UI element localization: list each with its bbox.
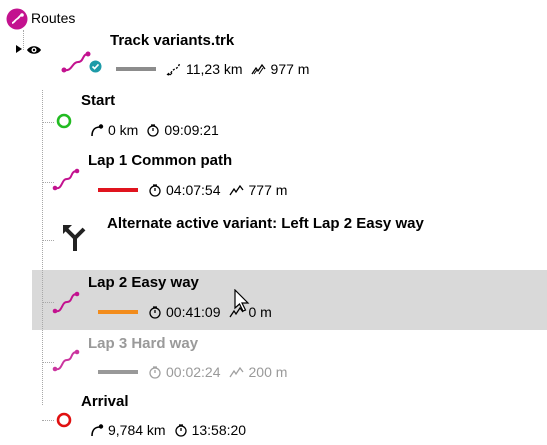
start-stats: 0 km 09:09:21 bbox=[90, 122, 219, 138]
elevation-icon bbox=[228, 184, 245, 196]
stopwatch-icon bbox=[148, 305, 162, 319]
lap-1-elevation: 777 m bbox=[248, 182, 288, 198]
stopwatch-icon bbox=[174, 423, 188, 437]
lap-2-elevation: 0 m bbox=[248, 304, 272, 320]
route-icon bbox=[52, 167, 82, 196]
route-start-icon bbox=[90, 423, 104, 437]
start-circle-icon bbox=[56, 113, 72, 132]
track-stats: 11,23 km 977 m bbox=[116, 61, 309, 77]
elevation-icon bbox=[251, 63, 267, 75]
route-icon bbox=[52, 348, 82, 377]
track-distance: 11,23 km bbox=[186, 61, 243, 77]
variant-title[interactable]: Alternate active variant: Left Lap 2 Eas… bbox=[107, 215, 424, 232]
track-title[interactable]: Track variants.trk bbox=[110, 32, 234, 49]
arrival-distance: 9,784 km bbox=[108, 422, 166, 438]
lap-3-title[interactable]: Lap 3 Hard way bbox=[88, 335, 198, 352]
arrival-stats: 9,784 km 13:58:20 bbox=[90, 422, 246, 438]
fork-arrow-icon bbox=[62, 222, 90, 255]
tree-connector bbox=[42, 122, 54, 123]
arrival-time: 13:58:20 bbox=[191, 422, 247, 438]
start-title[interactable]: Start bbox=[81, 92, 115, 109]
tree-root-label[interactable]: Routes bbox=[31, 10, 75, 26]
tree-guide-children bbox=[42, 90, 43, 405]
route-icon bbox=[52, 290, 82, 319]
track-elevation: 977 m bbox=[270, 61, 310, 77]
lap-2-title[interactable]: Lap 2 Easy way bbox=[88, 274, 199, 291]
route-start-icon bbox=[90, 123, 104, 137]
check-badge-icon bbox=[89, 60, 102, 76]
tree-connector bbox=[42, 240, 54, 241]
stopwatch-icon bbox=[148, 183, 162, 197]
stopwatch-icon bbox=[148, 365, 162, 379]
start-time: 09:09:21 bbox=[164, 122, 219, 138]
lap-3-time: 00:02:24 bbox=[166, 364, 221, 380]
lap-color-line bbox=[98, 188, 138, 192]
eye-icon[interactable] bbox=[26, 43, 42, 59]
arrival-circle-icon bbox=[56, 412, 72, 431]
start-distance: 0 km bbox=[108, 122, 139, 138]
cursor-arrow-icon bbox=[234, 288, 250, 316]
elevation-icon bbox=[228, 366, 245, 378]
track-color-line bbox=[116, 67, 156, 71]
expand-arrow-icon[interactable] bbox=[16, 45, 22, 53]
lap-3-elevation: 200 m bbox=[248, 364, 288, 380]
lap-1-time: 04:07:54 bbox=[166, 182, 221, 198]
lap-color-line bbox=[98, 310, 138, 314]
lap-1-title[interactable]: Lap 1 Common path bbox=[88, 152, 232, 169]
lap-3-stats: 00:02:24 200 m bbox=[98, 364, 287, 380]
lap-1-stats: 04:07:54 777 m bbox=[98, 182, 287, 198]
tree-connector bbox=[42, 420, 54, 421]
distance-icon bbox=[166, 62, 182, 76]
lap-2-time: 00:41:09 bbox=[166, 304, 221, 320]
stopwatch-icon bbox=[146, 123, 160, 137]
lap-color-line bbox=[98, 370, 138, 374]
arrival-title[interactable]: Arrival bbox=[81, 393, 129, 410]
tree-guide-root bbox=[23, 30, 24, 50]
route-icon bbox=[6, 8, 28, 30]
